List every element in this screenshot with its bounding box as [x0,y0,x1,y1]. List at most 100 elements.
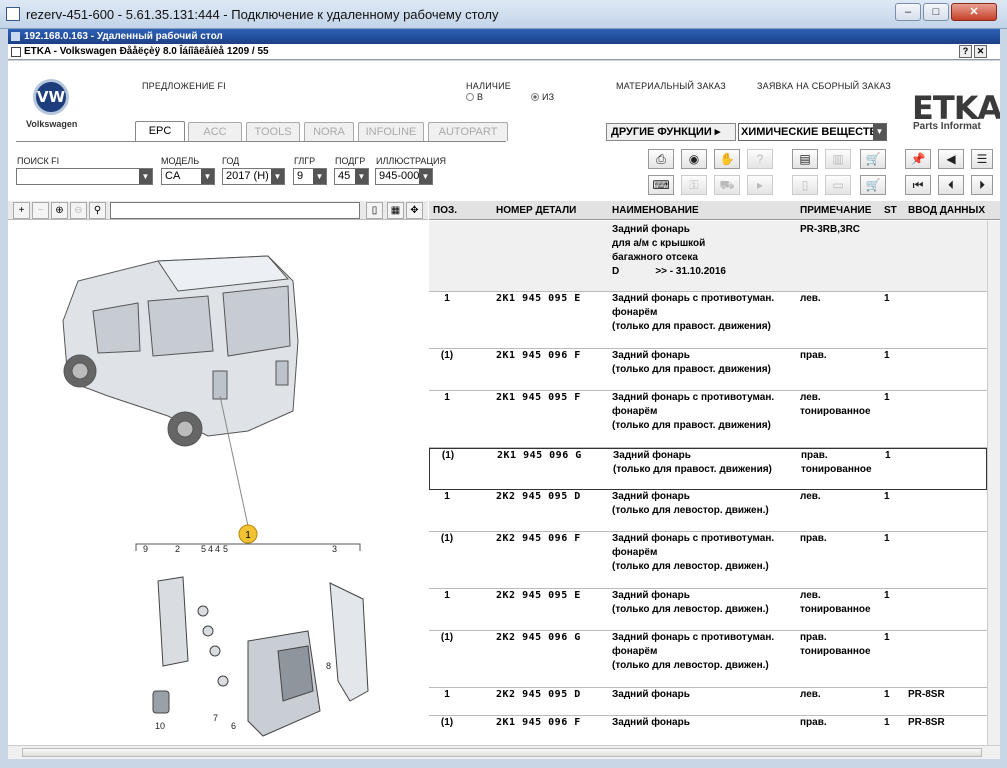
table-row[interactable]: (1) 2K2 945 096 F Задний фонарь с против… [429,532,987,589]
ill-label: 5 [223,544,228,554]
print-icon[interactable]: ⎙ [648,149,674,169]
table-row[interactable]: (1) 2K1 945 096 F Задний фонарь (только … [429,349,987,391]
catalog-icon[interactable]: ◉ [681,149,707,169]
exploded-view-drawing: 1 9 2 5 4 4 5 3 8 10 7 6 [62,255,369,737]
next-page-icon[interactable]: ⏵ [971,175,993,195]
tab-epc[interactable]: EPC [135,121,185,142]
chevron-down-icon: ▼ [419,169,432,184]
col-pos[interactable]: ПОЗ. [433,205,457,216]
year-select[interactable]: 2017 (H) ▼ [222,168,285,185]
etka-close-button[interactable]: ✕ [974,45,987,58]
functions-select[interactable]: ХИМИЧЕСКИЕ ВЕЩЕСТВА ▼ [738,123,887,141]
illustration-search-input[interactable] [110,202,360,219]
col-input[interactable]: ВВОД ДАННЫХ [908,205,985,216]
col-note[interactable]: ПРИМЕЧАНИЕ [800,205,871,216]
zoom-in-icon[interactable]: + [13,202,30,219]
etka-title: ETKA - Volkswagen Ðååëçèÿ 8.0 Îáíîâëåíèå… [24,46,269,57]
illustration-label: ИЛЛЮСТРАЦИЯ [376,156,447,166]
outer-window-titlebar: rezerv-451-600 - 5.61.35.131:444 - Подкл… [0,0,1007,29]
vertical-scrollbar[interactable] [987,221,1000,745]
layout-icon[interactable]: ▦ [387,202,404,219]
radio-iz-icon [531,93,539,101]
search-select[interactable]: ▼ [16,168,153,185]
zoom-out-icon[interactable]: − [32,202,49,219]
glgr-select[interactable]: 9 ▼ [293,168,327,185]
table-row[interactable]: 1 2K2 945 095 D Задний фонарь (только дл… [429,490,987,532]
cart-icon[interactable]: 🛒 [860,175,886,195]
back-page-icon[interactable]: ◀ [938,149,964,169]
radio-iz[interactable]: ИЗ [531,92,554,102]
ill-label: 5 [201,544,206,554]
keyboard-icon[interactable]: ⌨ [648,175,674,195]
parts-illustration[interactable]: 1 9 2 5 4 4 5 3 8 10 7 6 [8,221,428,741]
lamp-cover [329,582,369,702]
move-icon[interactable]: ✥ [406,202,423,219]
outer-window-title: rezerv-451-600 - 5.61.35.131:444 - Подкл… [26,7,499,22]
depot-icon[interactable]: ▥ [825,149,851,169]
col-part-number[interactable]: НОМЕР ДЕТАЛИ [496,205,576,216]
podgr-label: ПОДГР [335,156,366,166]
maximize-button[interactable]: □ [923,3,949,21]
handshake-icon[interactable]: ✋ [714,149,740,169]
first-page-icon[interactable]: ⏮ [905,175,931,195]
table-row[interactable]: 1 2K1 945 095 E Задний фонарь с противот… [429,292,987,349]
compare-icon[interactable]: ▯ [792,175,818,195]
car-icon[interactable]: ⛟ [714,175,740,195]
split-view-icon[interactable]: ▯ [366,202,383,219]
table-row[interactable]: 1 2K2 945 095 E Задний фонарь (только дл… [429,589,987,631]
material-order-label[interactable]: МАТЕРИАЛЬНЫЙ ЗАКАЗ [616,81,726,91]
tab-tools[interactable]: TOOLS [246,122,300,141]
ill-label: 2 [175,544,180,554]
pin-icon[interactable]: 📌 [905,149,931,169]
chevron-down-icon: ▼ [873,124,886,140]
parts-grid: Задний фонарь для а/м с крышкой багажног… [429,221,987,745]
podgr-select[interactable]: 45 ▼ [334,168,369,185]
tab-autopart[interactable]: AUTOPART [428,122,508,141]
col-st[interactable]: ST [884,205,897,216]
list-icon[interactable]: ☰ [971,149,993,169]
table-row-intro[interactable]: Задний фонарь для а/м с крышкой багажног… [429,221,987,292]
close-button[interactable]: ✕ [951,3,997,21]
assembly-order-label[interactable]: ЗАЯВКА НА СБОРНЫЙ ЗАКАЗ [757,81,891,91]
tab-underline [16,141,506,142]
elsa-icon[interactable]: ▤ [792,149,818,169]
radio-b[interactable]: В [466,92,483,102]
ill-label: 10 [155,721,165,731]
parts-grid-header: ПОЗ. НОМЕР ДЕТАЛИ НАИМЕНОВАНИЕ ПРИМЕЧАНИ… [429,201,1000,220]
ill-label: 9 [143,544,148,554]
chevron-down-icon: ▼ [139,169,152,184]
tab-infoline[interactable]: INFOLINE [358,122,424,141]
horizontal-scrollbar[interactable] [8,745,1000,759]
table-row[interactable]: 1 2K2 945 095 D Задний фонарь лев. 1 PR-… [429,688,987,716]
availability-label: НАЛИЧИЕ [466,81,511,91]
minimize-button[interactable]: – [895,3,921,21]
table-row[interactable]: (1) 2K2 945 096 G Задний фонарь с против… [429,631,987,688]
zoom-area-icon[interactable]: ⊕ [51,202,68,219]
model-select[interactable]: CA ▼ [161,168,215,185]
magnifier-icon[interactable]: ⚲ [89,202,106,219]
table-row[interactable]: (1) 2K1 945 096 F Задний фонарь прав. 1 … [429,716,987,745]
other-functions-button[interactable]: ДРУГИЕ ФУНКЦИИ ▸ [606,123,736,141]
rdp-app-icon [6,7,20,21]
horizontal-scroll-thumb[interactable] [22,748,982,757]
arrow-right-icon[interactable]: ▸ [747,175,773,195]
ill-label: 7 [213,713,218,723]
help-button[interactable]: ? [959,45,972,58]
previous-page-icon[interactable]: ⏴ [938,175,964,195]
illustration-select[interactable]: 945-000 ▼ [375,168,433,185]
table-row[interactable]: 1 2K1 945 095 F Задний фонарь с противот… [429,391,987,448]
tab-acc[interactable]: ACC [188,122,242,141]
cart-add-icon[interactable]: 🛒 [860,149,886,169]
zoom-reset-icon[interactable]: ⊖ [70,202,87,219]
table-row-selected[interactable]: (1) 2K1 945 096 G Задний фонарь (только … [429,448,987,490]
proposal-label: ПРЕДЛОЖЕНИЕ FI [142,81,226,91]
key-icon[interactable]: ⚿ [681,175,707,195]
col-name[interactable]: НАИМЕНОВАНИЕ [612,205,699,216]
chevron-down-icon: ▼ [201,169,214,184]
tab-nora[interactable]: NORA [304,122,354,141]
info-search-icon[interactable]: ? [747,149,773,169]
bulb-carrier [157,576,189,667]
glgr-label: ГЛГР [294,156,316,166]
document-icon[interactable]: ▭ [825,175,851,195]
brand-label: Volkswagen [26,119,78,129]
